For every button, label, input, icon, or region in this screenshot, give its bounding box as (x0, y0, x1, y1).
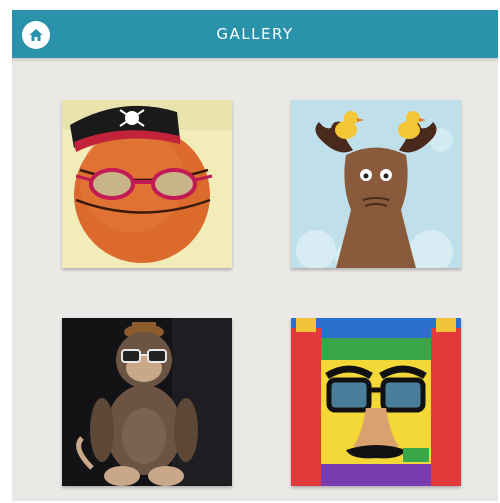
gallery-item-monkey-plush-glasses[interactable] (62, 318, 232, 486)
gallery-item-moose-with-birds[interactable] (291, 100, 461, 268)
gallery-image-basketball-pirate (62, 100, 232, 268)
page-title: GALLERY (216, 25, 294, 43)
gallery-image-moose-with-birds (291, 100, 461, 268)
gallery-screen: GALLERY (12, 10, 498, 501)
gallery-item-basketball-pirate[interactable] (62, 100, 232, 268)
gallery-image-bounce-house-disguise (291, 318, 461, 486)
gallery-image-monkey-plush-glasses (62, 318, 232, 486)
gallery-item-bounce-house-disguise[interactable] (291, 318, 461, 486)
app-header: GALLERY (12, 10, 498, 58)
